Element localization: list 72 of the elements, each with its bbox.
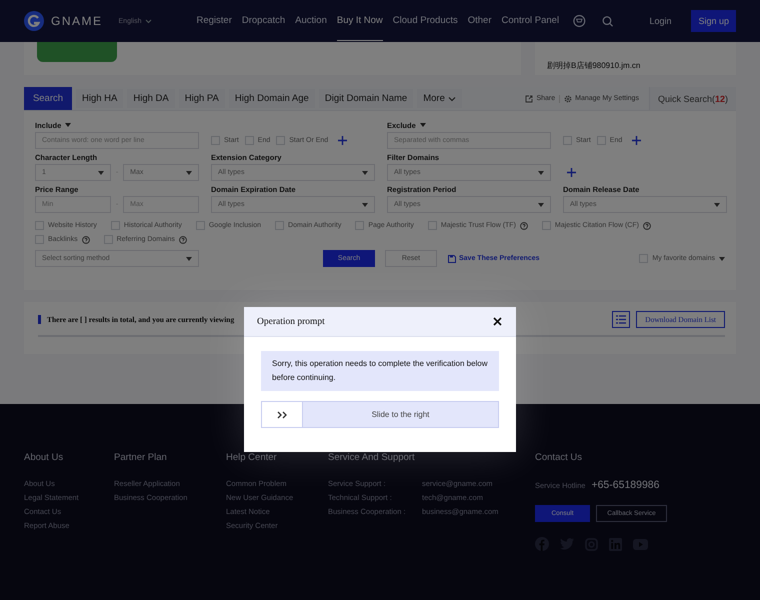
footer-heading: About Us [24, 452, 64, 463]
checkbox[interactable] [244, 136, 254, 145]
title-marker [38, 314, 41, 324]
checkbox[interactable] [35, 221, 44, 230]
nav-link[interactable]: Cloud Products [392, 1, 458, 41]
help-icon[interactable] [642, 222, 651, 230]
slider-label: Slide to the right [370, 409, 430, 421]
verification-message: Sorry, this operation needs to complete the verification below before continuing. [261, 351, 499, 391]
linkedin-icon[interactable] [609, 538, 622, 550]
search-icon[interactable] [602, 14, 614, 28]
signup-button[interactable]: Sign up [691, 10, 736, 32]
checkbox[interactable] [563, 136, 572, 145]
share-icon [525, 94, 534, 102]
help-icon[interactable] [520, 222, 528, 230]
logo-icon [24, 11, 44, 31]
dialog-title: Operation prompt [257, 316, 325, 326]
logo-text: GNAME [51, 14, 103, 28]
checkbox[interactable] [211, 136, 220, 145]
checkbox[interactable] [355, 221, 364, 230]
caret-icon [362, 202, 368, 206]
caret-icon [420, 123, 426, 127]
footer-heading: Service And Support [328, 452, 416, 463]
plus-icon[interactable] [338, 136, 348, 145]
nav-link[interactable]: Register [196, 1, 232, 41]
checkbox[interactable] [542, 221, 551, 230]
close-icon[interactable] [493, 317, 502, 326]
checkbox[interactable] [276, 136, 286, 145]
cart-icon[interactable] [573, 14, 586, 28]
caret-icon [362, 170, 368, 174]
checkbox[interactable] [196, 221, 205, 230]
list-view-button[interactable] [612, 310, 630, 328]
caret-icon [186, 170, 192, 174]
nav-link[interactable]: Buy It Now [336, 1, 383, 41]
double-chevron-icon [276, 410, 288, 418]
footer-heading: Contact Us [535, 452, 583, 463]
caret-icon [538, 202, 544, 206]
checkbox[interactable] [35, 235, 44, 244]
play-button-icon[interactable] [633, 538, 648, 550]
checkbox[interactable] [275, 221, 284, 230]
plus-icon[interactable] [567, 168, 576, 177]
caret-icon [145, 18, 152, 24]
settings-icon [564, 94, 572, 102]
save-icon [448, 254, 456, 262]
footer-heading: Help Center [226, 452, 278, 463]
slider-handle[interactable] [262, 402, 303, 427]
facebook-icon[interactable] [535, 537, 549, 551]
checkbox[interactable] [639, 254, 648, 263]
checkbox[interactable] [428, 221, 437, 230]
caret-icon [186, 256, 192, 260]
help-icon[interactable] [178, 236, 187, 244]
login-button[interactable]: Login [641, 10, 680, 32]
filter-tab[interactable]: Search [24, 87, 72, 110]
nav-link[interactable]: Auction [295, 1, 327, 41]
footer-heading: Partner Plan [114, 452, 168, 463]
help-icon[interactable] [82, 236, 90, 244]
phone-number: +65-65189986 [591, 479, 660, 491]
nav-link[interactable]: Dropcatch [242, 1, 286, 41]
caret-icon [65, 123, 72, 127]
gname-logo[interactable]: GNAME [24, 11, 103, 31]
list-icon [616, 314, 626, 324]
caret-icon [538, 170, 544, 174]
nav-link[interactable]: Other [468, 1, 492, 41]
domain-name: 剧明掉B店铺980910.jm.cn [547, 60, 640, 71]
caret-icon [714, 202, 720, 206]
chevron-down-icon [448, 96, 456, 102]
caret-icon [98, 170, 104, 174]
plus-icon[interactable] [632, 136, 642, 145]
checkbox[interactable] [110, 221, 120, 230]
checkbox[interactable] [104, 235, 113, 244]
nav-link[interactable]: Control Panel [502, 1, 560, 41]
checkbox[interactable] [596, 136, 606, 145]
caret-icon [719, 256, 725, 260]
